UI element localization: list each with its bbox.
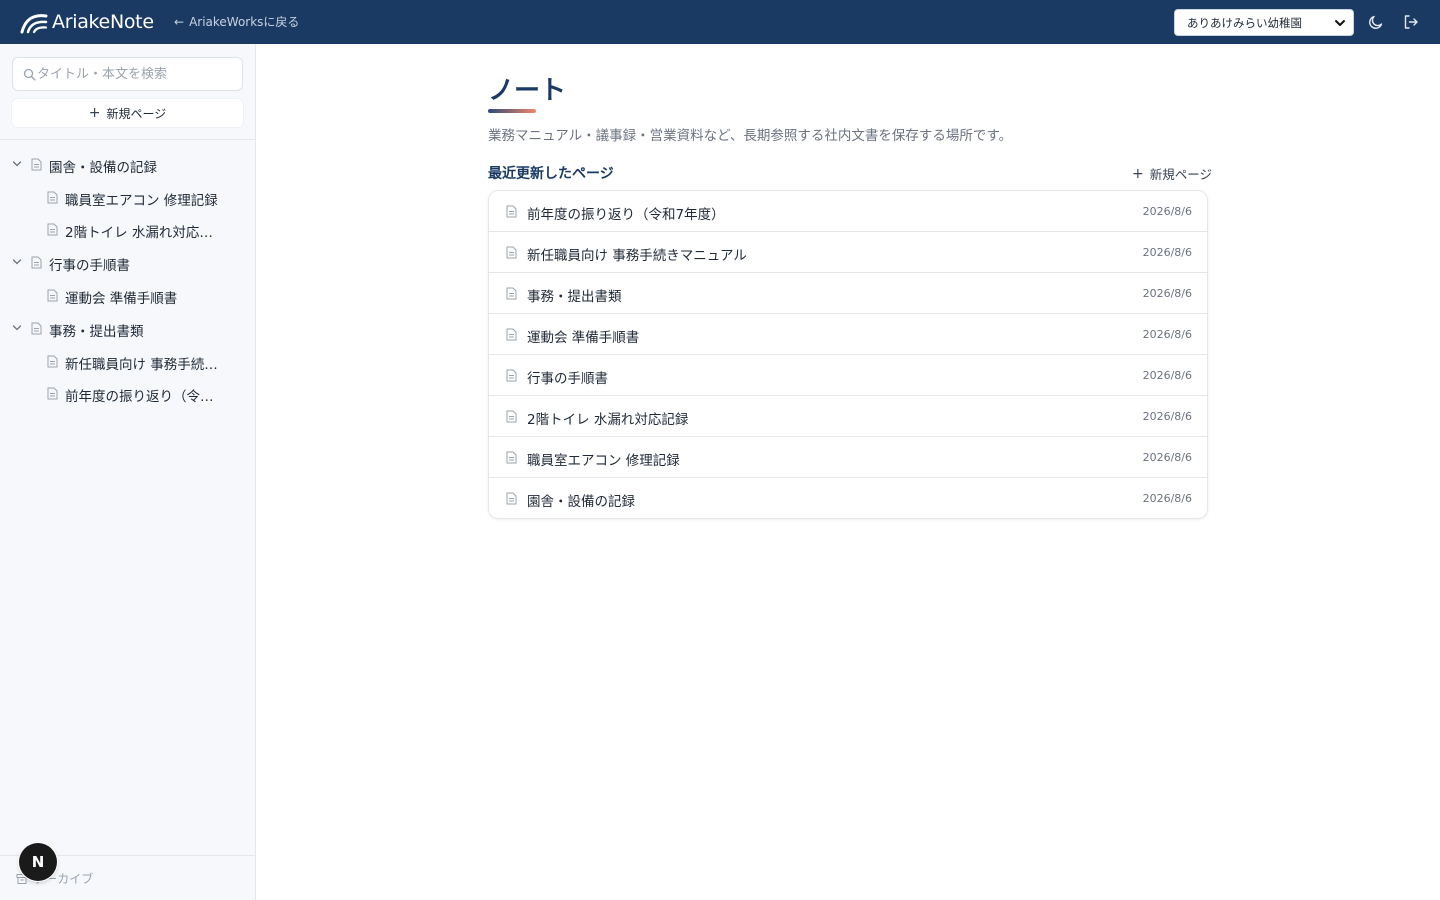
main-content: ノート 業務マニュアル・議事録・営業資料など、長期参照する社内文書を保存する場所… [256,44,1440,900]
sidebar-divider [0,139,255,140]
document-icon [47,191,58,204]
document-icon [47,289,58,302]
brand-logo[interactable]: AriakeNote [20,10,154,34]
document-icon [31,158,42,171]
page-name: 運動会 準備手順書 [527,330,640,346]
tree-item-label: 運動会 準備手順書 [65,291,178,307]
arrow-left-icon: ← [174,14,185,29]
page-date: 2026/8/6 [1142,369,1192,382]
recent-pages-heading: 最近更新したページ [488,166,614,182]
brand-name: AriakeNote [52,11,154,33]
moon-icon[interactable] [1367,13,1385,31]
tree-item-label: 職員室エアコン 修理記録 [65,193,218,209]
tree-item-aircon-repair[interactable]: 職員室エアコン 修理記録 [0,182,255,214]
search-input[interactable] [13,58,242,90]
document-icon [506,328,517,341]
sidebar-new-page-label: 新規ページ [106,106,167,121]
chevron-down-icon[interactable] [12,257,22,267]
document-icon [47,387,58,400]
list-item[interactable]: 新任職員向け 事務手続きマニュアル 2026/8/6 [489,232,1207,273]
tree-item-label: 事務・提出書類 [49,324,144,340]
page-name: 園舎・設備の記録 [527,494,635,510]
tree-item-label: 新任職員向け 事務手続きマニュアル [65,357,225,373]
user-avatar[interactable]: N [19,843,57,881]
tree-item-label: 園舎・設備の記録 [49,160,157,176]
list-item[interactable]: 前年度の振り返り（令和7年度） 2026/8/6 [489,191,1207,232]
search-icon [23,68,36,81]
page-name: 2階トイレ 水漏れ対応記録 [527,412,689,428]
document-icon [506,451,517,464]
page-date: 2026/8/6 [1142,205,1192,218]
page-date: 2026/8/6 [1142,410,1192,423]
page-date: 2026/8/6 [1142,451,1192,464]
chevron-down-icon[interactable] [12,323,22,333]
list-item[interactable]: 2階トイレ 水漏れ対応記録 2026/8/6 [489,396,1207,437]
title-accent-bar [488,109,536,113]
page-date: 2026/8/6 [1142,287,1192,300]
page-name: 行事の手順書 [527,371,608,387]
plus-icon: + [1132,165,1144,182]
back-link-label: AriakeWorksに戻る [189,15,300,29]
logout-icon[interactable] [1402,13,1420,31]
page-date: 2026/8/6 [1142,246,1192,259]
back-to-ariakeworks-link[interactable]: ← AriakeWorksに戻る [174,13,299,30]
organization-select[interactable]: ありあけみらい幼稚園 [1174,9,1354,36]
page-date: 2026/8/6 [1142,328,1192,341]
page-title: ノート [488,76,567,106]
page-date: 2026/8/6 [1142,492,1192,505]
chevron-down-icon[interactable] [12,159,22,169]
list-item[interactable]: 行事の手順書 2026/8/6 [489,355,1207,396]
top-header: AriakeNote ← AriakeWorksに戻る ありあけみらい幼稚園 [0,0,1440,44]
page-name: 新任職員向け 事務手続きマニュアル [527,248,747,264]
document-icon [31,256,42,269]
search-box[interactable] [12,57,243,91]
page-tree: 園舎・設備の記録 職員室エアコン 修理記録 2階トイレ 水漏れ対応記録 行事の手… [0,148,255,410]
list-item[interactable]: 園舎・設備の記録 2026/8/6 [489,478,1207,518]
page-name: 職員室エアコン 修理記録 [527,453,680,469]
page-description: 業務マニュアル・議事録・営業資料など、長期参照する社内文書を保存する場所です。 [488,128,1013,144]
tree-item-office-documents[interactable]: 事務・提出書類 [0,312,255,346]
chevron-down-icon [1335,20,1345,26]
tree-item-label: 2階トイレ 水漏れ対応記録 [65,225,225,241]
document-icon [506,205,517,218]
document-icon [31,322,42,335]
tree-item-toilet-leak[interactable]: 2階トイレ 水漏れ対応記録 [0,214,255,246]
document-icon [506,287,517,300]
document-icon [506,246,517,259]
document-icon [506,492,517,505]
list-item[interactable]: 事務・提出書類 2026/8/6 [489,273,1207,314]
sidebar: + 新規ページ 園舎・設備の記録 職員室エアコン 修理記録 2階トイレ 水漏れ対… [0,44,256,900]
document-icon [47,355,58,368]
tree-item-facility-records[interactable]: 園舎・設備の記録 [0,148,255,182]
organization-selected-value: ありあけみらい幼稚園 [1187,15,1302,30]
document-icon [47,223,58,236]
tree-item-label: 前年度の振り返り（令和7年度） [65,389,225,405]
tree-item-last-year-review[interactable]: 前年度の振り返り（令和7年度） [0,378,255,410]
document-icon [506,369,517,382]
tree-item-sports-day[interactable]: 運動会 準備手順書 [0,280,255,312]
tree-item-new-staff-manual[interactable]: 新任職員向け 事務手続きマニュアル [0,346,255,378]
tree-item-label: 行事の手順書 [49,258,130,274]
document-icon [506,410,517,423]
recent-pages-list: 前年度の振り返り（令和7年度） 2026/8/6 新任職員向け 事務手続きマニュ… [488,190,1208,519]
wave-logo-icon [20,14,48,34]
new-page-label: 新規ページ [1149,167,1212,182]
plus-icon: + [88,105,101,121]
list-item[interactable]: 運動会 準備手順書 2026/8/6 [489,314,1207,355]
page-name: 事務・提出書類 [527,289,622,305]
sidebar-new-page-button[interactable]: + 新規ページ [12,99,243,127]
page-name: 前年度の振り返り（令和7年度） [527,207,725,223]
list-item[interactable]: 職員室エアコン 修理記録 2026/8/6 [489,437,1207,478]
new-page-button[interactable]: + 新規ページ [1132,164,1212,183]
tree-item-event-procedures[interactable]: 行事の手順書 [0,246,255,280]
